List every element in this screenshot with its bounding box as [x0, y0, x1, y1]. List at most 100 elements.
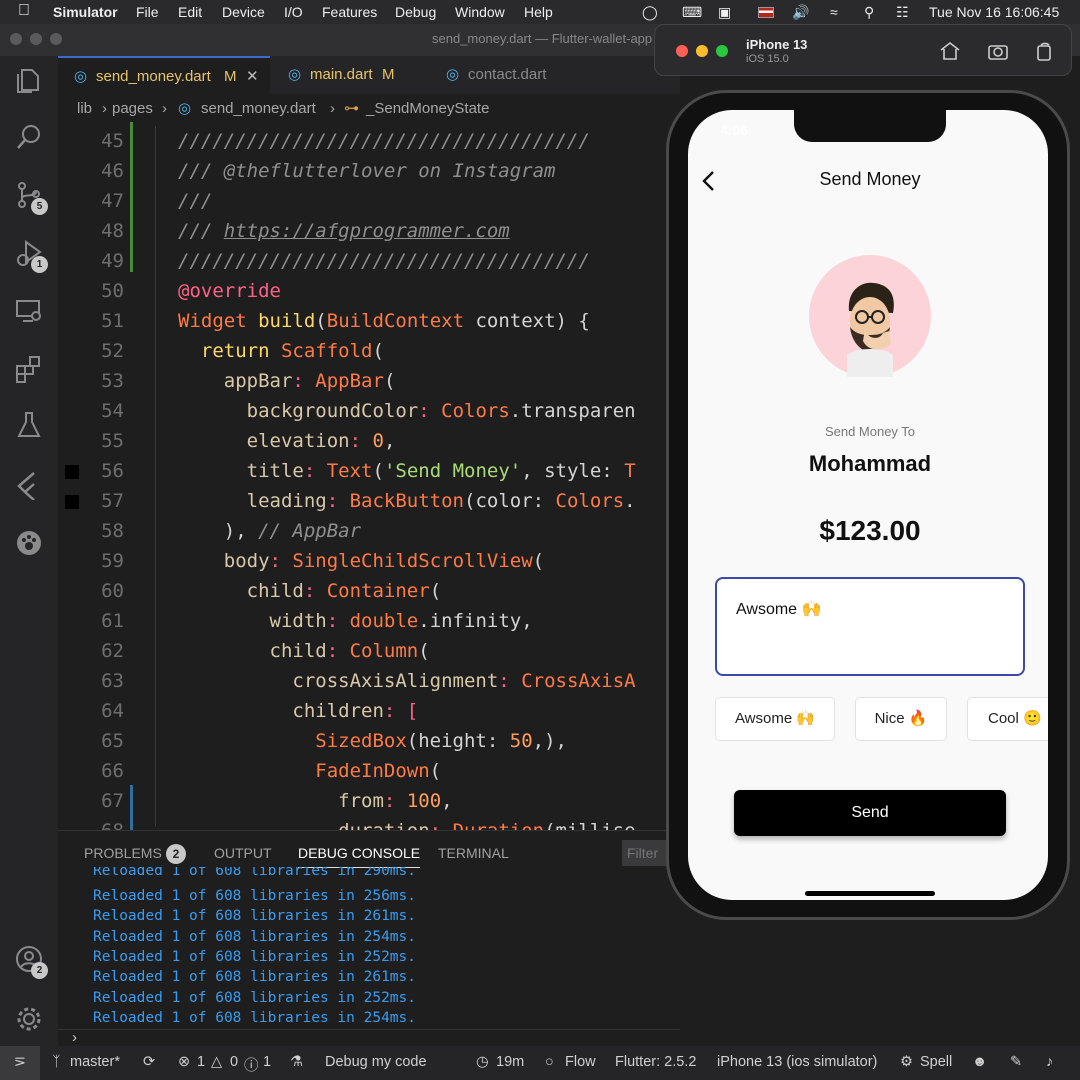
- breadcrumb-lib[interactable]: lib: [77, 100, 92, 117]
- bottom-panel: PROBLEMS 2 OUTPUT DEBUG CONSOLE TERMINAL…: [58, 830, 682, 1046]
- send-button[interactable]: Send: [734, 790, 1006, 836]
- code-line: Widget build(BuildContext context) {: [178, 310, 590, 332]
- device-selector[interactable]: iPhone 13 (ios simulator): [717, 1054, 877, 1070]
- line-number: 56: [101, 460, 124, 482]
- code-line: backgroundColor: Colors.transparen: [246, 400, 636, 422]
- remote-indicator-icon[interactable]: ⋝: [0, 1046, 40, 1080]
- control-center-icon[interactable]: ☷: [896, 4, 909, 21]
- line-number: 66: [101, 760, 124, 782]
- close-tab-icon[interactable]: ✕: [246, 58, 259, 96]
- info-icon[interactable]: ⓘ: [244, 1054, 259, 1075]
- breadcrumb-pages[interactable]: pages: [112, 100, 153, 117]
- breadcrumb-file[interactable]: send_money.dart: [201, 100, 316, 117]
- log-line: Reloaded 1 of 608 libraries in 256ms.: [93, 888, 417, 904]
- chip-awsome[interactable]: Awsome 🙌: [715, 697, 835, 741]
- spotlight-search-icon[interactable]: ⚲: [864, 4, 874, 21]
- line-number: 53: [101, 370, 124, 392]
- chip-nice[interactable]: Nice 🔥: [855, 697, 947, 741]
- chip-cool[interactable]: Cool 🙂: [967, 697, 1048, 741]
- sync-icon[interactable]: ⟳: [143, 1054, 155, 1070]
- appbar-title: Send Money: [819, 169, 921, 189]
- keyboard-icon[interactable]: ⌨: [682, 4, 702, 21]
- close-simulator-button[interactable]: [676, 45, 688, 57]
- testing-flask-icon[interactable]: [14, 410, 44, 440]
- creative-cloud-icon[interactable]: ◯: [642, 4, 658, 21]
- home-icon[interactable]: [939, 41, 961, 61]
- debug-run-icon[interactable]: ⚗: [290, 1054, 303, 1070]
- tab-problems[interactable]: PROBLEMS: [84, 845, 162, 861]
- session-time[interactable]: 19m: [496, 1054, 524, 1070]
- console-prompt-chevron-icon[interactable]: ›: [72, 1029, 77, 1046]
- info-count[interactable]: 1: [263, 1054, 271, 1070]
- tab-terminal[interactable]: TERMINAL: [438, 845, 509, 861]
- rotate-icon[interactable]: [1033, 41, 1055, 61]
- wifi-icon[interactable]: ≈: [830, 4, 838, 20]
- minimize-simulator-button[interactable]: [696, 45, 708, 57]
- tab-main[interactable]: ◎ main.dart M: [270, 56, 430, 94]
- error-count[interactable]: 1: [197, 1054, 205, 1070]
- menu-io[interactable]: I/O: [284, 4, 303, 20]
- flutter-version[interactable]: Flutter: 2.5.2: [615, 1054, 696, 1070]
- git-added-gutter: [130, 122, 133, 272]
- debug-config[interactable]: Debug my code: [325, 1054, 427, 1070]
- menu-edit[interactable]: Edit: [178, 4, 202, 20]
- tab-contact[interactable]: ◎ contact.dart: [430, 56, 580, 94]
- notifications-bell-icon[interactable]: ♪: [1046, 1054, 1053, 1070]
- extensions-icon[interactable]: [14, 354, 44, 384]
- live-share-icon[interactable]: ☻: [972, 1054, 987, 1070]
- menubar-clock[interactable]: Tue Nov 16 16:06:45: [929, 4, 1059, 20]
- tab-label: send_money.dart: [96, 68, 211, 85]
- zoom-window-button[interactable]: [50, 33, 62, 45]
- warning-icon[interactable]: △: [211, 1054, 222, 1070]
- screenshot-icon[interactable]: [987, 41, 1009, 61]
- menu-device[interactable]: Device: [222, 4, 265, 20]
- zoom-simulator-button[interactable]: [716, 45, 728, 57]
- home-indicator[interactable]: [805, 891, 935, 896]
- spell-check-icon: ⚙: [900, 1054, 913, 1070]
- minimize-window-button[interactable]: [30, 33, 42, 45]
- paw-icon[interactable]: [14, 528, 44, 558]
- menu-app-name[interactable]: Simulator: [53, 4, 118, 20]
- code-editor[interactable]: 45 46 47 48 49 50 51 52 53 54 55 56 57 5…: [58, 122, 680, 830]
- line-number: 58: [101, 520, 124, 542]
- close-window-button[interactable]: [10, 33, 22, 45]
- phone-notch: [794, 110, 946, 142]
- note-input[interactable]: Awsome 🙌: [715, 577, 1025, 676]
- volume-icon[interactable]: 🔊: [792, 4, 809, 21]
- line-number: 52: [101, 340, 124, 362]
- explorer-icon[interactable]: [14, 66, 44, 96]
- code-link[interactable]: https://afgprogrammer.com: [224, 220, 510, 242]
- dart-file-icon: ◎: [288, 66, 302, 83]
- breadcrumb-symbol[interactable]: _SendMoneyState: [366, 100, 489, 117]
- menu-window[interactable]: Window: [455, 4, 505, 20]
- accounts-badge: 2: [31, 962, 48, 979]
- remote-explorer-icon[interactable]: [14, 296, 44, 326]
- apple-logo-icon[interactable]: : [18, 2, 30, 20]
- scm-badge: 5: [31, 198, 48, 215]
- search-icon[interactable]: [14, 122, 44, 152]
- code-line: ), // AppBar: [223, 520, 362, 542]
- feedback-icon[interactable]: ✎: [1010, 1054, 1022, 1070]
- tab-output[interactable]: OUTPUT: [214, 845, 272, 861]
- error-icon[interactable]: ⊗: [178, 1054, 190, 1070]
- tab-debug-console[interactable]: DEBUG CONSOLE: [298, 845, 421, 868]
- line-number: 64: [101, 700, 124, 722]
- menu-debug[interactable]: Debug: [395, 4, 436, 20]
- code-line: ////////////////////////////////////: [178, 130, 590, 152]
- settings-gear-icon[interactable]: [14, 1004, 44, 1034]
- code-line: child: Container(: [246, 580, 442, 602]
- flag-icon[interactable]: [758, 7, 774, 18]
- menu-file[interactable]: File: [136, 4, 159, 20]
- spell-label[interactable]: Spell: [920, 1054, 952, 1070]
- tab-send-money[interactable]: ◎ send_money.dart M ✕: [58, 56, 270, 94]
- simulator-os-version: iOS 15.0: [746, 53, 789, 65]
- code-line: leading: BackButton(color: Colors.: [246, 490, 636, 512]
- dropbox-icon[interactable]: ▣: [718, 4, 731, 21]
- menu-help[interactable]: Help: [524, 4, 553, 20]
- branch-name[interactable]: master*: [70, 1054, 120, 1070]
- line-number: 48: [101, 220, 124, 242]
- menu-features[interactable]: Features: [322, 4, 377, 20]
- flutter-icon[interactable]: [14, 470, 44, 500]
- warning-count[interactable]: 0: [230, 1054, 238, 1070]
- flow-label[interactable]: Flow: [565, 1054, 596, 1070]
